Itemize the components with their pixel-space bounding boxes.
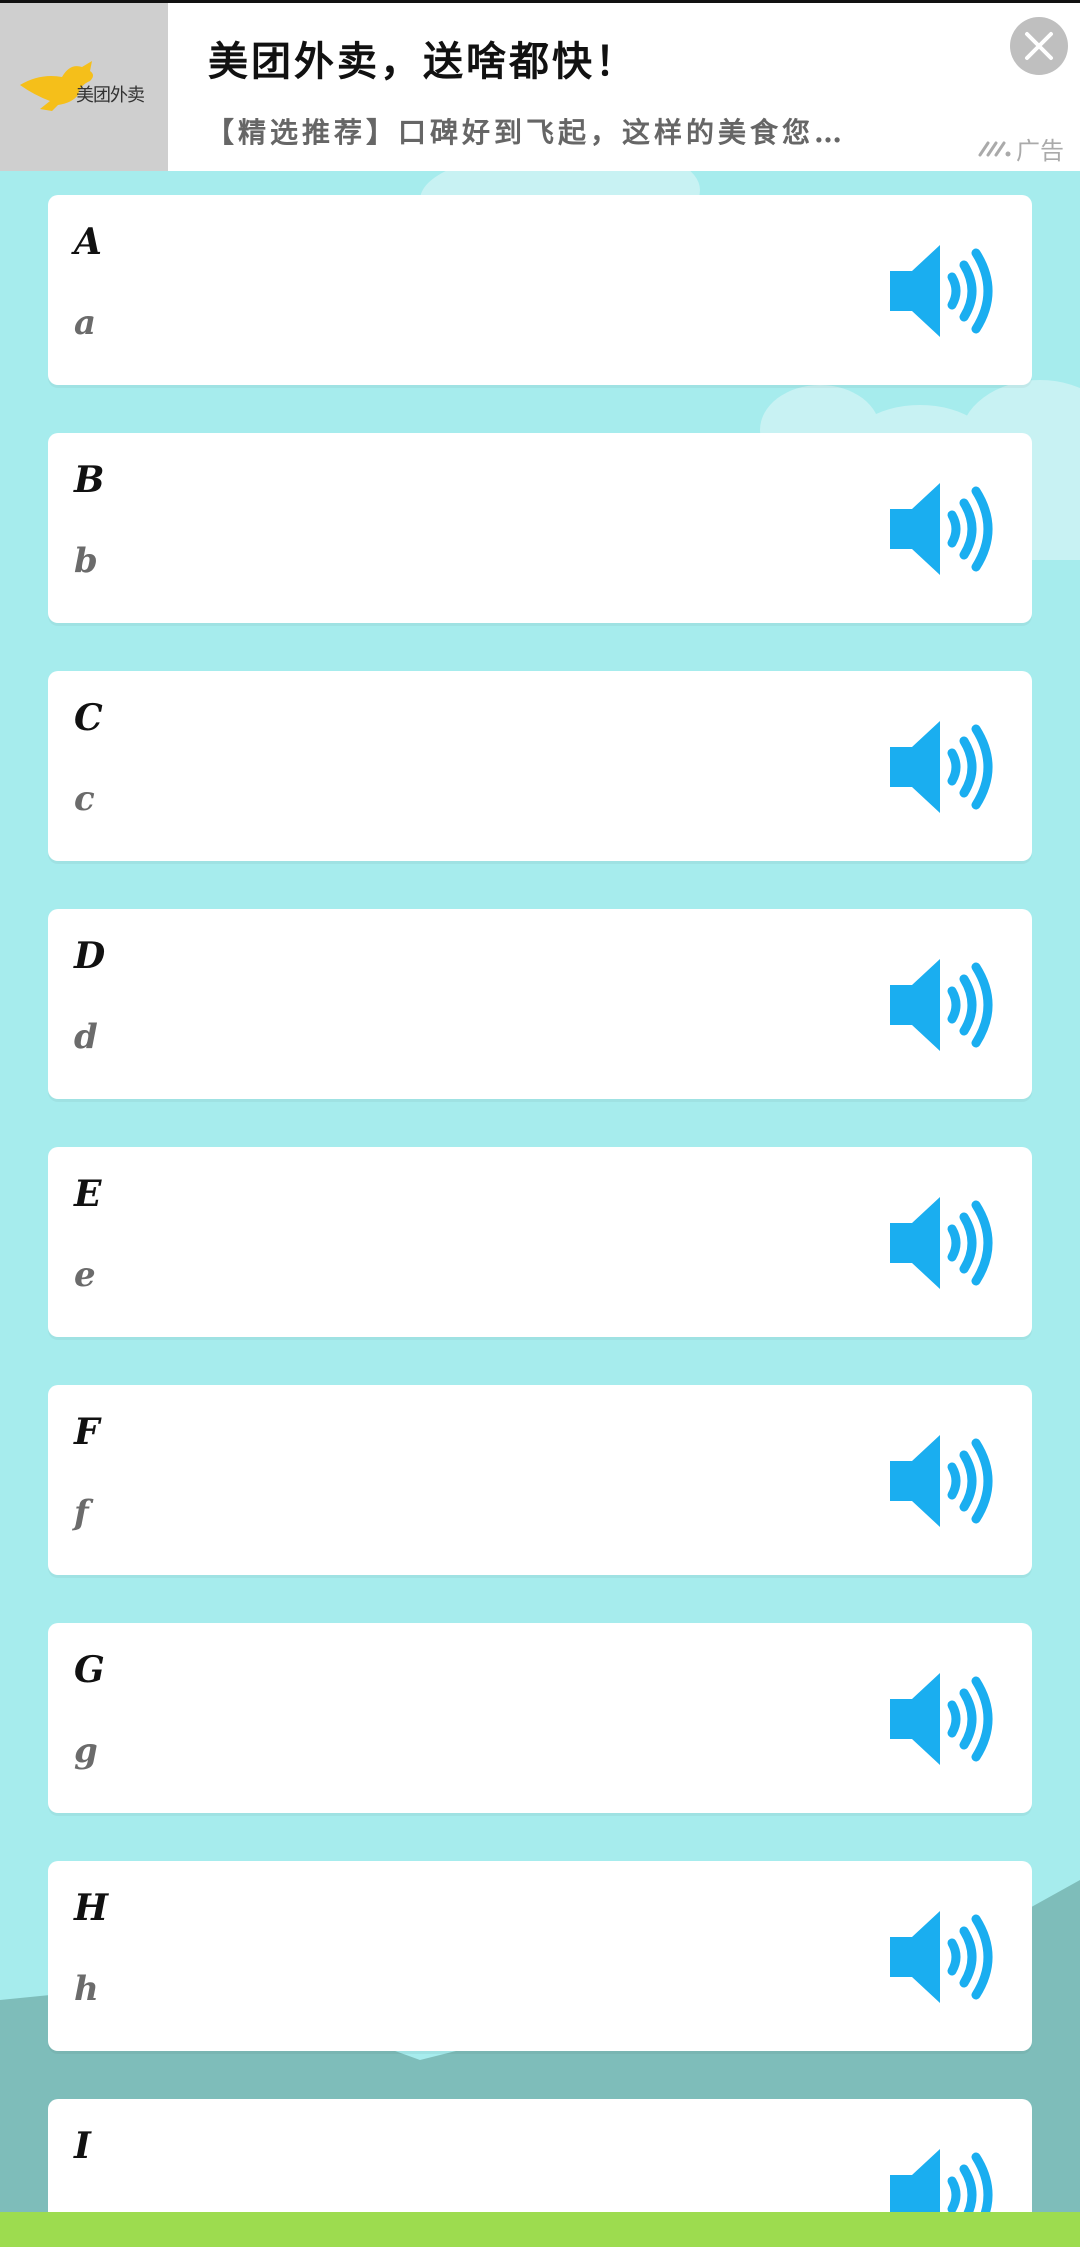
speaker-icon (890, 1911, 993, 2003)
uppercase-letter: A (74, 221, 102, 263)
letter-card-b[interactable]: B b (48, 433, 1032, 623)
letter-card-a[interactable]: A a (48, 195, 1032, 385)
grass-strip (0, 2212, 1080, 2247)
close-icon (1025, 32, 1053, 60)
letter-card-c[interactable]: C c (48, 671, 1032, 861)
ad-logo: 美团外卖 (0, 3, 168, 171)
uppercase-letter: D (74, 935, 106, 977)
lowercase-letter: a (74, 303, 97, 343)
speaker-button[interactable] (888, 243, 1000, 339)
ad-logo-text: 美团外卖 (76, 85, 145, 106)
ad-brand-icon (978, 141, 1011, 156)
lowercase-letter: c (74, 779, 95, 819)
speaker-icon (890, 1435, 993, 1527)
ad-close-button[interactable] (1010, 17, 1068, 75)
ad-title[interactable]: 美团外卖，送啥都快！ (208, 29, 638, 87)
lowercase-letter: g (74, 1731, 98, 1771)
speaker-icon (890, 483, 993, 575)
letter-card-g[interactable]: G g (48, 1623, 1032, 1813)
letter-card-d[interactable]: D d (48, 909, 1032, 1099)
letter-card-h[interactable]: H h (48, 1861, 1032, 2051)
speaker-button[interactable] (888, 1671, 1000, 1767)
uppercase-letter: I (74, 2125, 91, 2167)
lowercase-letter: b (74, 541, 98, 581)
speaker-button[interactable] (888, 481, 1000, 577)
lowercase-letter: f (74, 1493, 89, 1533)
letters-list: A a B b C c D d E e F f G g H h I (48, 195, 1032, 2219)
ad-description[interactable]: 【精选推荐】口碑好到飞起，这样的美食您… (206, 111, 846, 151)
uppercase-letter: F (74, 1411, 100, 1453)
speaker-icon (890, 721, 993, 813)
ad-label: 广告 (978, 131, 1064, 166)
uppercase-letter: C (74, 697, 103, 739)
letter-card-f[interactable]: F f (48, 1385, 1032, 1575)
ad-label-text: 广告 (1016, 137, 1064, 165)
uppercase-letter: E (74, 1173, 102, 1215)
speaker-icon (890, 245, 993, 337)
speaker-button[interactable] (888, 1909, 1000, 2005)
uppercase-letter: G (74, 1649, 105, 1691)
uppercase-letter: B (74, 459, 105, 501)
speaker-icon (890, 1197, 993, 1289)
letter-card-e[interactable]: E e (48, 1147, 1032, 1337)
speaker-button[interactable] (888, 1195, 1000, 1291)
speaker-icon (890, 1673, 993, 1765)
lowercase-letter: e (74, 1255, 96, 1295)
uppercase-letter: H (74, 1887, 109, 1929)
lowercase-letter: h (74, 1969, 99, 2009)
speaker-button[interactable] (888, 957, 1000, 1053)
speaker-icon (890, 959, 993, 1051)
speaker-button[interactable] (888, 719, 1000, 815)
speaker-button[interactable] (888, 1433, 1000, 1529)
ad-banner[interactable]: 美团外卖 美团外卖，送啥都快！ 【精选推荐】口碑好到飞起，这样的美食您… 广告 (0, 0, 1080, 171)
speaker-icon (890, 2149, 993, 2219)
speaker-button[interactable] (888, 2147, 1000, 2219)
lowercase-letter: d (74, 1017, 98, 1057)
letter-card-i[interactable]: I (48, 2099, 1032, 2219)
